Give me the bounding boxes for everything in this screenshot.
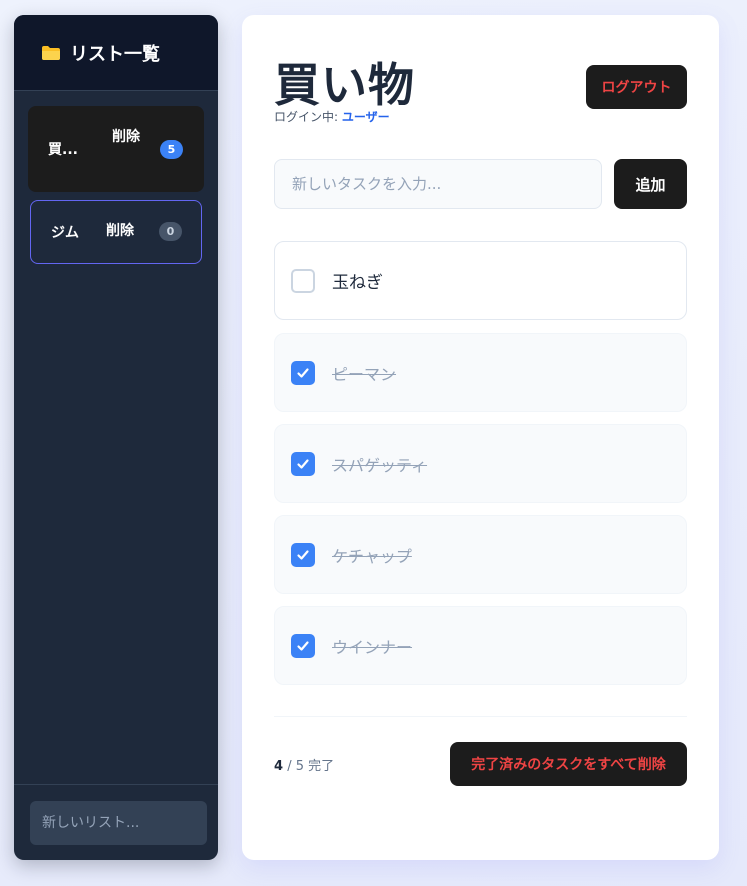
task-checkbox[interactable]: [291, 633, 315, 658]
check-icon: [297, 458, 309, 469]
task-text: 玉ねぎ: [332, 273, 383, 293]
delete-list-button[interactable]: 削除: [106, 221, 134, 242]
sidebar-title: リスト一覧: [70, 43, 160, 65]
logout-button[interactable]: ログアウト: [586, 65, 687, 109]
progress-total: / 5 完了: [287, 759, 335, 774]
clear-completed-button[interactable]: 完了済みのタスクをすべて削除: [450, 742, 687, 786]
progress-done-count: 4: [274, 759, 284, 774]
progress-summary: 4 / 5 完了: [274, 755, 334, 774]
task-text: ケチャップ: [332, 546, 412, 566]
folder-icon: [41, 45, 61, 61]
task-checkbox[interactable]: [291, 268, 315, 293]
main-panel: 買い物 ログイン中: ユーザー ログアウト 追加 玉ねぎ ピーマン スパゲッティ…: [242, 15, 719, 860]
sidebar-footer: [14, 784, 218, 860]
sidebar: リスト一覧 買... 削除 5 ジム 削除 0: [14, 15, 218, 860]
list-item-name: 買...: [48, 142, 78, 158]
divider: [274, 716, 687, 717]
task-item[interactable]: 玉ねぎ: [274, 241, 687, 320]
task-count-badge: 5: [160, 140, 183, 159]
task-item[interactable]: スパゲッティ: [274, 424, 687, 503]
page-title: 買い物: [274, 58, 415, 112]
task-item[interactable]: ピーマン: [274, 333, 687, 412]
delete-list-button[interactable]: 削除: [112, 127, 140, 148]
task-text: スパゲッティ: [332, 455, 428, 475]
task-text: ウインナー: [332, 637, 413, 657]
list-item-shopping[interactable]: 買... 削除 5: [28, 106, 204, 192]
task-checkbox[interactable]: [291, 542, 315, 567]
task-count-badge: 0: [159, 222, 182, 241]
sidebar-header: リスト一覧: [14, 15, 218, 91]
new-task-input[interactable]: [274, 159, 602, 209]
list-item-name: ジム: [51, 225, 79, 241]
task-text: ピーマン: [332, 364, 397, 384]
login-prefix: ログイン中:: [274, 110, 339, 124]
task-item[interactable]: ウインナー: [274, 606, 687, 685]
add-task-button[interactable]: 追加: [614, 159, 687, 209]
list-item-gym[interactable]: ジム 削除 0: [30, 200, 202, 264]
task-checkbox[interactable]: [291, 451, 315, 476]
login-status: ログイン中: ユーザー: [274, 108, 390, 125]
new-list-input[interactable]: [30, 801, 207, 845]
check-icon: [297, 640, 309, 651]
login-username: ユーザー: [341, 110, 390, 124]
task-item[interactable]: ケチャップ: [274, 515, 687, 594]
task-checkbox[interactable]: [291, 360, 315, 385]
check-icon: [297, 549, 309, 560]
check-icon: [297, 367, 309, 378]
